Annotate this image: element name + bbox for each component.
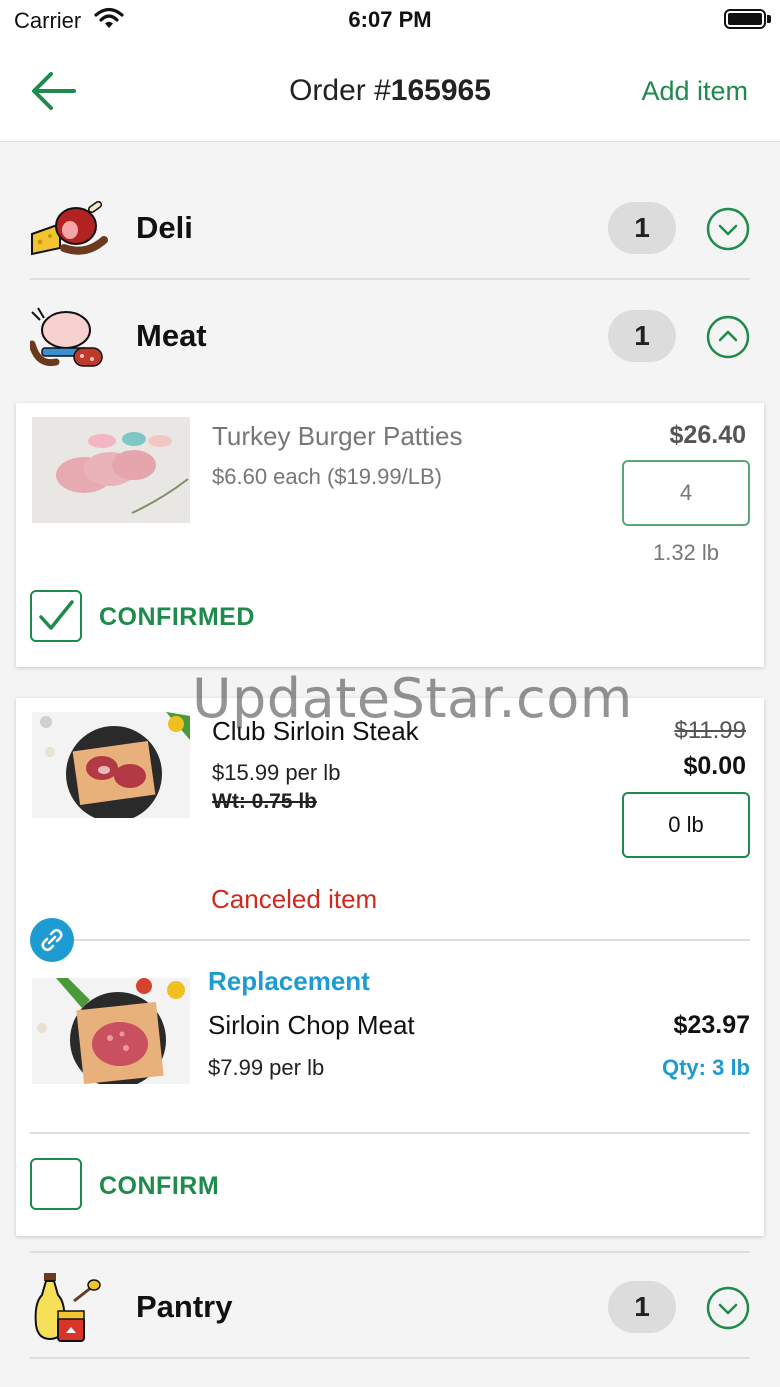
replacement-total: $23.97	[673, 1011, 750, 1039]
confirmed-checkbox[interactable]	[30, 590, 82, 642]
line-total: $26.40	[669, 421, 746, 449]
canceled-label: Canceled item	[211, 884, 378, 914]
category-name: Deli	[136, 210, 193, 245]
product-image	[32, 417, 190, 523]
item-count-badge: 1	[608, 1281, 676, 1333]
meat-icon	[30, 307, 103, 367]
chevron-up-icon[interactable]	[706, 315, 750, 359]
pantry-icon	[34, 1273, 101, 1342]
item-count-badge: 1	[608, 202, 676, 254]
order-item-card: Club Sirloin Steak $15.99 per lb Wt: 0.7…	[16, 698, 764, 1236]
confirm-checkbox[interactable]	[30, 1158, 82, 1210]
replacement-name: Sirloin Chop Meat	[208, 1010, 415, 1040]
status-bar: Carrier 6:07 PM	[0, 0, 780, 42]
category-deli[interactable]: Deli 1	[30, 174, 750, 280]
divider	[30, 939, 750, 941]
replacement-unit-price: $7.99 per lb	[208, 1055, 325, 1080]
item-count-badge: 1	[608, 310, 676, 362]
product-unit-price: $15.99 per lb	[212, 760, 341, 785]
chevron-down-icon[interactable]	[706, 207, 750, 251]
replacement-label: Replacement	[208, 966, 370, 996]
checkmark-icon	[39, 600, 74, 630]
category-name: Meat	[136, 318, 207, 353]
chevron-down-icon[interactable]	[706, 1286, 750, 1330]
title-prefix: Order #	[289, 74, 391, 107]
replacement-image	[32, 978, 190, 1084]
replacement-quantity: Qty: 3 lb	[661, 1055, 750, 1080]
confirm-label: CONFIRM	[99, 1172, 220, 1200]
category-meat[interactable]: Meat 1	[30, 282, 750, 388]
order-number: 165965	[390, 74, 491, 107]
original-price: $11.99	[674, 717, 746, 744]
battery-icon	[724, 9, 766, 29]
link-icon	[30, 918, 74, 962]
order-item-card: Turkey Burger Patties $6.60 each ($19.99…	[16, 403, 764, 667]
category-name: Pantry	[136, 1289, 233, 1324]
quantity-field[interactable]: 0 lb	[622, 792, 750, 858]
add-item-button[interactable]: Add item	[641, 76, 748, 107]
watermark: UpdateStar.com	[192, 667, 633, 730]
product-image	[32, 712, 190, 818]
product-weight: Wt: 0.75 lb	[212, 790, 318, 813]
item-weight: 1.32 lb	[652, 540, 720, 565]
divider	[30, 1132, 750, 1134]
clock: 6:07 PM	[348, 7, 432, 32]
battery-cap	[767, 15, 771, 23]
product-name: Turkey Burger Patties	[212, 421, 463, 451]
nav-bar: Order #165965 Add item	[0, 42, 780, 142]
confirmed-label: CONFIRMED	[99, 603, 255, 631]
line-total: $0.00	[683, 752, 746, 780]
quantity-field[interactable]: 4	[622, 460, 750, 526]
deli-icon	[31, 200, 108, 256]
category-pantry[interactable]: Pantry 1	[30, 1253, 750, 1359]
product-price-detail: $6.60 each ($19.99/LB)	[212, 464, 442, 489]
